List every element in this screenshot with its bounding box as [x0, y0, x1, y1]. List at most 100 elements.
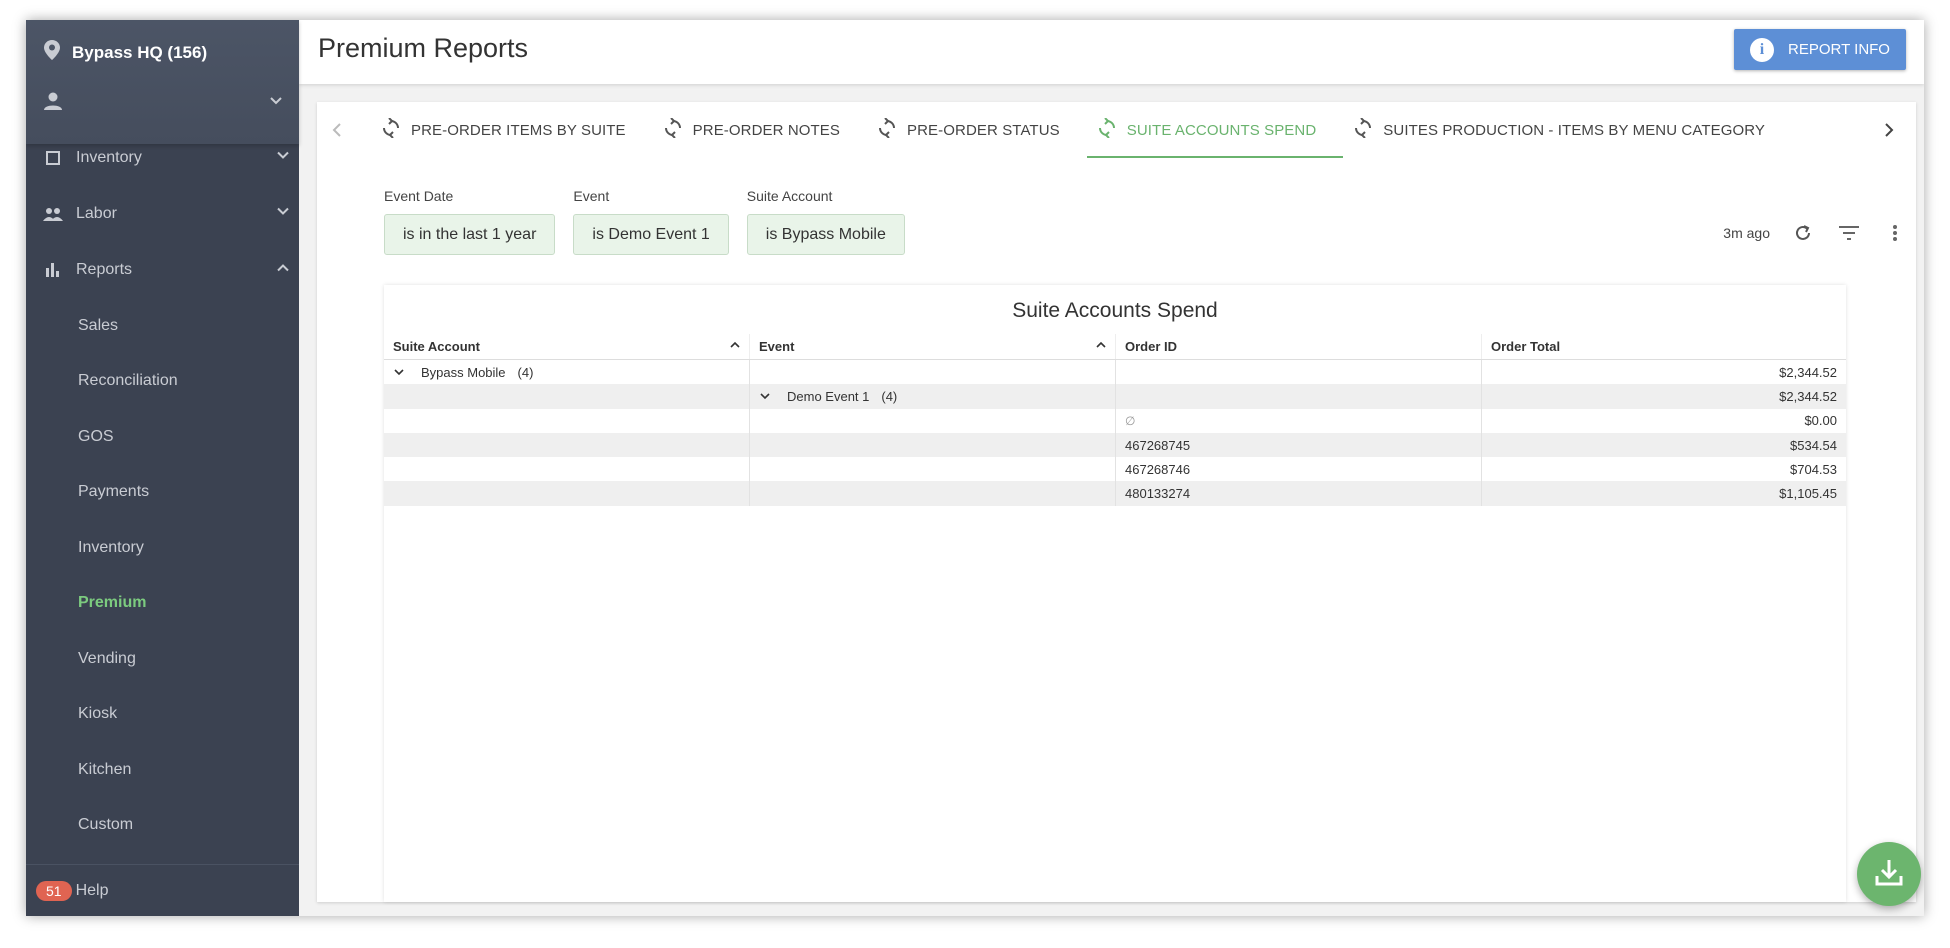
column-label: Order ID	[1125, 339, 1178, 354]
order-id-cell: 480133274	[1116, 481, 1482, 506]
tab-pre-order-items-by-suite[interactable]: PRE-ORDER ITEMS BY SUITE	[371, 102, 653, 158]
group-name: Bypass Mobile	[421, 364, 506, 380]
column-label: Suite Account	[393, 339, 480, 354]
help-link[interactable]: Help	[76, 882, 109, 900]
sort-ascending-icon[interactable]	[1095, 339, 1107, 354]
download-button[interactable]	[1857, 842, 1921, 906]
report-info-button[interactable]: i REPORT INFO	[1734, 29, 1906, 70]
more-options-button[interactable]	[1882, 220, 1908, 246]
filter-label: Event Date	[384, 188, 454, 204]
tab-label: SUITE ACCOUNTS SPEND	[1126, 121, 1317, 139]
chevron-down-icon	[268, 93, 284, 114]
refresh-button[interactable]	[1790, 220, 1816, 246]
refresh-icon	[663, 117, 683, 142]
collapse-chevron-icon[interactable]	[759, 390, 773, 402]
empty-cell	[1116, 384, 1482, 409]
column-header-order-id[interactable]: Order ID	[1116, 334, 1482, 359]
download-icon	[1874, 857, 1904, 892]
filter-chip[interactable]: is in the last 1 year	[384, 214, 556, 255]
sidebar-header: Bypass HQ (156)	[26, 20, 299, 144]
group-total: $2,344.52	[1779, 364, 1837, 380]
sidebar: Inventory Labor Reports Sales Reconcilia…	[26, 20, 299, 916]
location-name: Bypass HQ (156)	[72, 42, 208, 62]
location-selector[interactable]: Bypass HQ (156)	[44, 40, 207, 65]
chevron-down-icon	[275, 148, 291, 169]
subgroup-count: (4)	[881, 388, 898, 404]
chevron-up-icon	[275, 260, 291, 281]
sidebar-subitem-custom[interactable]: Custom	[26, 798, 299, 854]
chevron-down-icon	[275, 204, 291, 225]
sidebar-item-label: Labor	[76, 205, 117, 222]
empty-cell	[384, 432, 750, 458]
tab-label: PRE-ORDER ITEMS BY SUITE	[411, 121, 626, 139]
sidebar-subitem-kiosk[interactable]: Kiosk	[26, 687, 299, 743]
filter-chip[interactable]: is Bypass Mobile	[746, 214, 905, 255]
tab-suite-accounts-spend[interactable]: SUITE ACCOUNTS SPEND	[1086, 102, 1344, 158]
sidebar-item-reports[interactable]: Reports	[26, 242, 299, 298]
table-row: 467268746 $704.53	[384, 457, 1846, 482]
order-total-cell: $534.54	[1790, 437, 1837, 453]
report-table-card: Suite Accounts Spend Suite Account Event…	[384, 285, 1846, 902]
empty-cell	[384, 457, 750, 482]
user-menu[interactable]	[44, 92, 284, 115]
data-grid: Suite Account Event Order ID Order Total	[384, 334, 1846, 506]
tab-label: PRE-ORDER NOTES	[692, 121, 841, 139]
report-content: PRE-ORDER ITEMS BY SUITE PRE-ORDER NOTES…	[317, 102, 1916, 902]
empty-cell	[384, 384, 750, 409]
column-label: Event	[759, 339, 795, 354]
null-value-icon: ∅	[1125, 413, 1136, 428]
report-toolbar: 3m ago	[1723, 220, 1908, 246]
table-header-row: Suite Account Event Order ID Order Total	[384, 334, 1846, 360]
empty-cell	[750, 408, 1116, 433]
filter-chip[interactable]: is Demo Event 1	[573, 214, 729, 255]
notification-badge[interactable]: 51	[36, 880, 72, 901]
tabs-scroll-left-button[interactable]	[325, 116, 349, 144]
sidebar-subitem-vending[interactable]: Vending	[26, 631, 299, 687]
empty-cell	[750, 360, 1116, 385]
sidebar-subitem-sales[interactable]: Sales	[26, 298, 299, 354]
sidebar-subitem-gos[interactable]: GOS	[26, 409, 299, 465]
sidebar-item-labor[interactable]: Labor	[26, 186, 299, 242]
subgroup-row: Demo Event 1 (4) $2,344.52	[384, 384, 1846, 409]
tab-label: SUITES PRODUCTION - ITEMS BY MENU CATEGO…	[1383, 121, 1766, 139]
column-label: Order Total	[1491, 339, 1561, 354]
collapse-chevron-icon[interactable]	[393, 366, 407, 378]
empty-cell	[750, 457, 1116, 482]
empty-cell	[750, 432, 1116, 458]
column-header-suite-account[interactable]: Suite Account	[384, 334, 750, 359]
table-row: 467268745 $534.54	[384, 432, 1846, 458]
column-header-event[interactable]: Event	[750, 334, 1116, 359]
report-tabs: PRE-ORDER ITEMS BY SUITE PRE-ORDER NOTES…	[317, 102, 1916, 158]
refresh-icon	[1353, 117, 1373, 142]
sidebar-subitem-payments[interactable]: Payments	[26, 465, 299, 521]
refresh-icon	[877, 117, 897, 142]
sort-ascending-icon[interactable]	[729, 339, 741, 354]
order-id-cell: 467268745	[1116, 432, 1482, 458]
empty-cell	[384, 408, 750, 433]
filter-event: Event is Demo Event 1	[573, 188, 729, 255]
location-pin-icon	[44, 40, 60, 65]
filter-event-date: Event Date is in the last 1 year	[384, 188, 556, 255]
sidebar-subitem-reconciliation[interactable]: Reconciliation	[26, 354, 299, 410]
subgroup-cell: Demo Event 1 (4)	[750, 384, 1116, 409]
empty-cell	[384, 481, 750, 506]
tabs-scroll-right-button[interactable]	[1877, 116, 1901, 144]
sidebar-subitem-inventory[interactable]: Inventory	[26, 520, 299, 576]
filter-button[interactable]	[1836, 220, 1862, 246]
group-count: (4)	[517, 364, 534, 380]
table-row: 480133274 $1,105.45	[384, 481, 1846, 506]
refresh-icon	[381, 117, 401, 142]
sidebar-subitem-premium[interactable]: Premium	[26, 576, 299, 632]
last-updated: 3m ago	[1723, 225, 1770, 241]
subgroup-total: $2,344.52	[1779, 388, 1837, 404]
sidebar-nav: Inventory Labor Reports Sales Reconcilia…	[26, 130, 299, 909]
tab-pre-order-status[interactable]: PRE-ORDER STATUS	[867, 102, 1087, 158]
sidebar-subitem-kitchen[interactable]: Kitchen	[26, 742, 299, 798]
filter-suite-account: Suite Account is Bypass Mobile	[746, 188, 905, 255]
sidebar-item-label: Reports	[76, 261, 133, 278]
tab-suites-production-items-by-menu-category[interactable]: SUITES PRODUCTION - ITEMS BY MENU CATEGO…	[1343, 102, 1792, 158]
order-id-cell: ∅	[1116, 408, 1482, 433]
refresh-icon	[1097, 117, 1117, 142]
tab-pre-order-notes[interactable]: PRE-ORDER NOTES	[653, 102, 867, 158]
column-header-order-total[interactable]: Order Total	[1482, 334, 1846, 359]
